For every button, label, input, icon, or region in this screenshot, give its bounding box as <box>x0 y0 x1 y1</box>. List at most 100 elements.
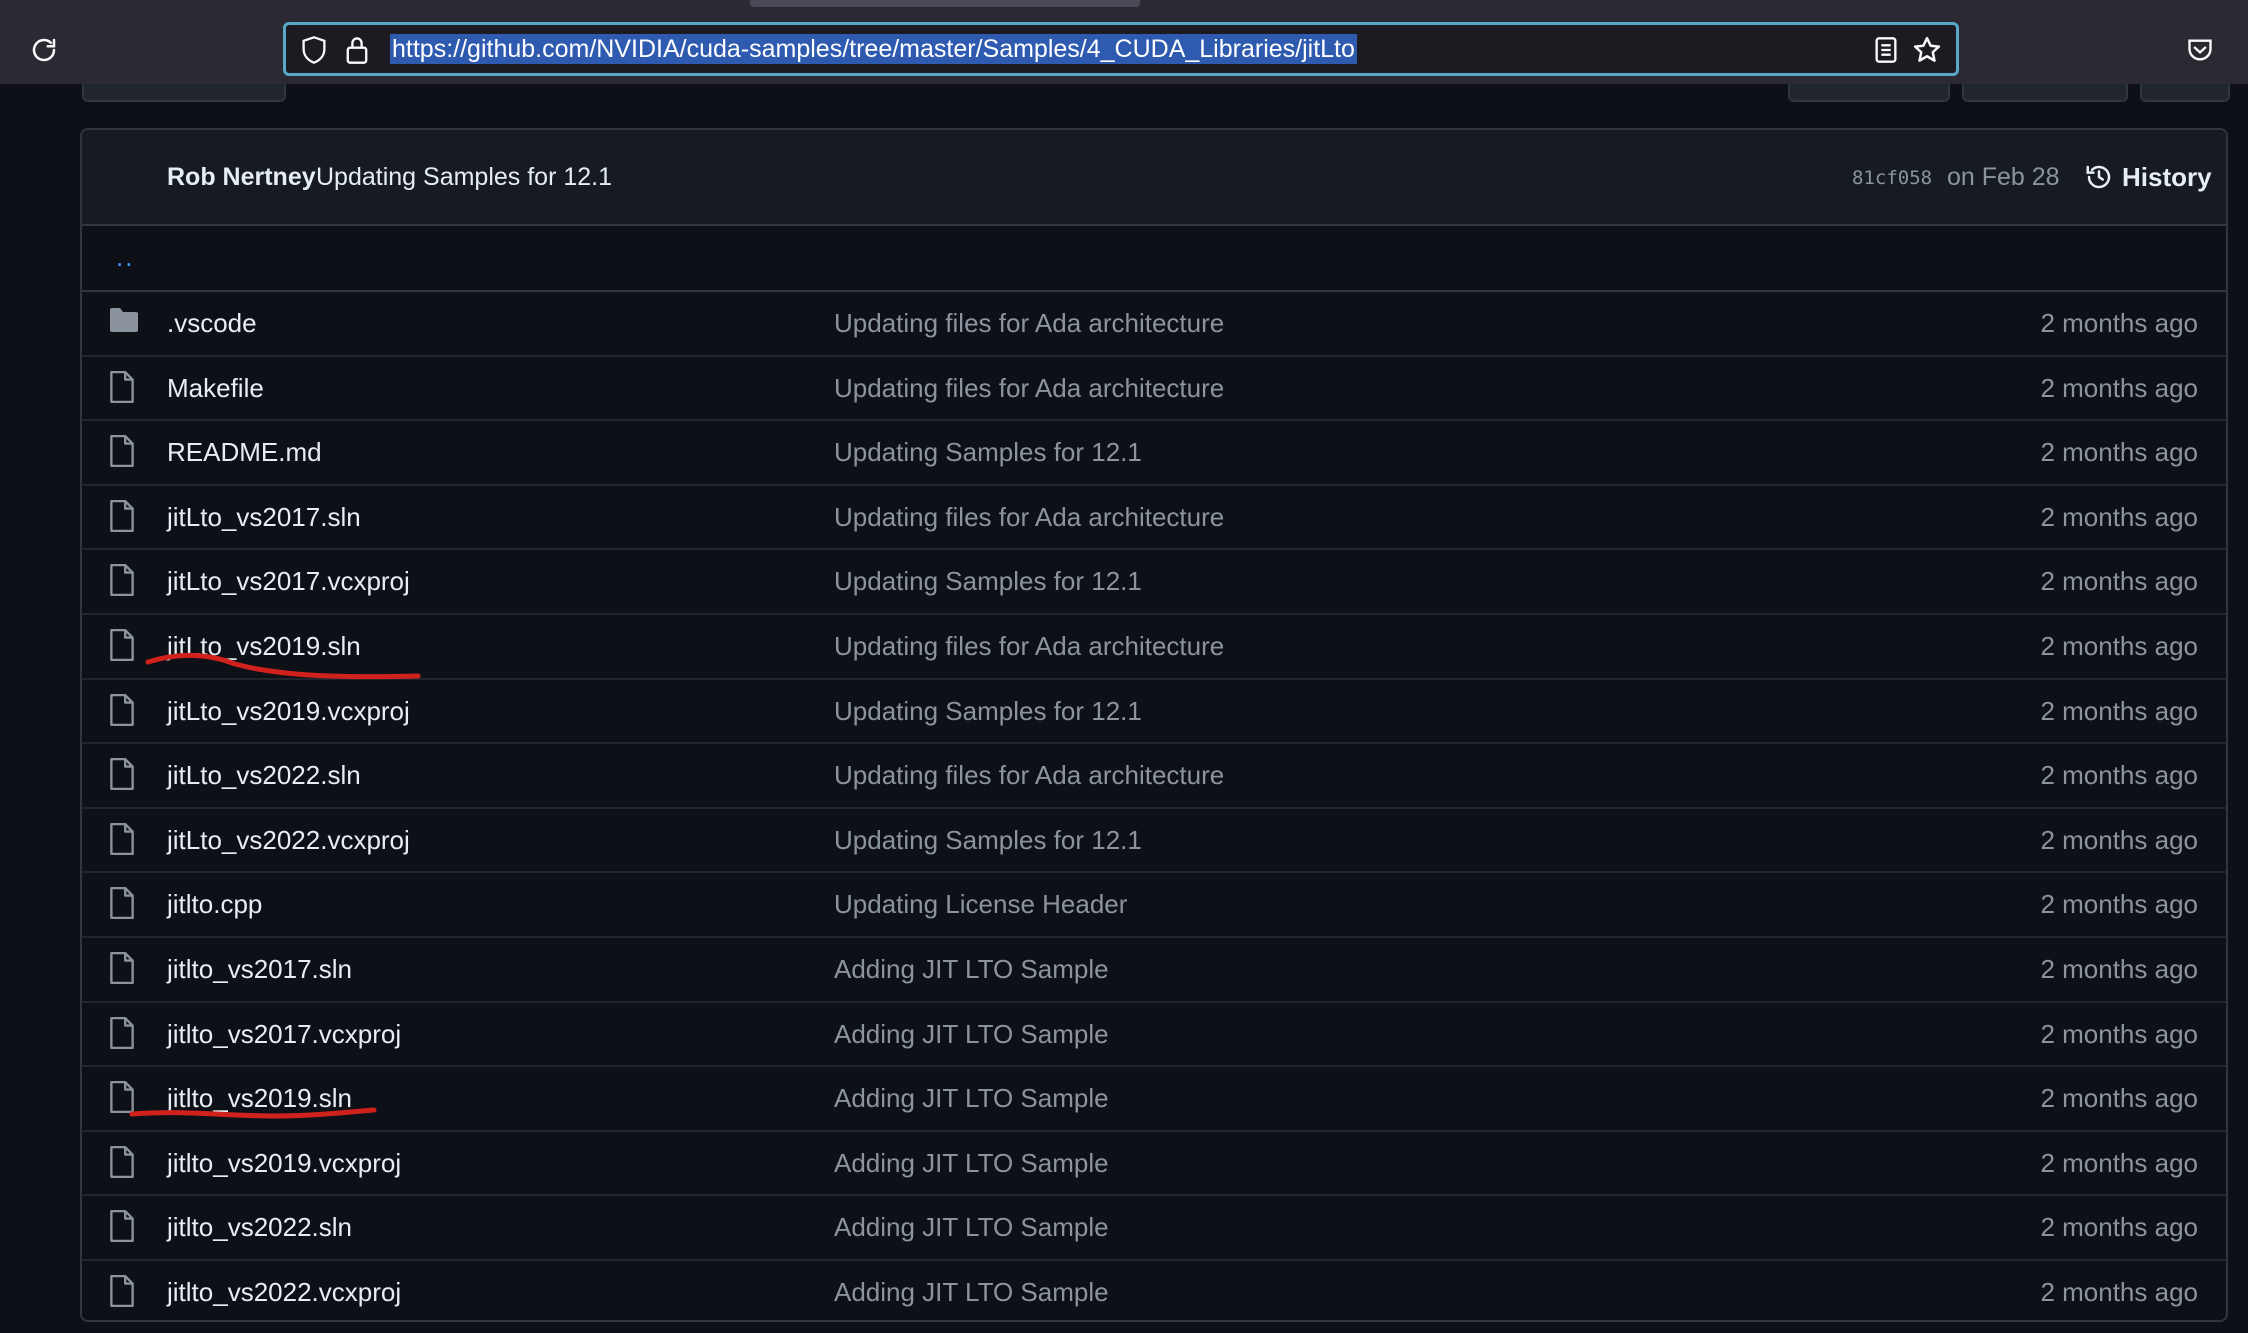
file-icon <box>108 693 140 729</box>
file-commit-message[interactable]: Adding JIT LTO Sample <box>834 1274 1109 1310</box>
file-icon <box>108 822 140 858</box>
file-row[interactable]: jitLto_vs2017.vcxproj Updating Samples fo… <box>82 550 2226 615</box>
file-row[interactable]: jitlto_vs2022.sln Adding JIT LTO Sample 2 … <box>82 1196 2226 1261</box>
file-commit-age: 2 months ago <box>2040 1212 2198 1243</box>
file-row[interactable]: jitLto_vs2022.sln Updating files for Ada … <box>82 744 2226 809</box>
parent-directory-row[interactable]: .. <box>82 226 2226 292</box>
file-icon <box>108 1080 140 1116</box>
commit-sha[interactable]: 81cf058 <box>1852 166 1932 190</box>
file-icon <box>108 1016 140 1052</box>
file-list: .vscode Updating files for Ada architectu… <box>82 292 2226 1320</box>
parent-directory-link[interactable]: .. <box>116 242 134 273</box>
file-commit-age: 2 months ago <box>2040 1276 2198 1307</box>
file-icon <box>108 886 140 922</box>
url-text[interactable]: https://github.com/NVIDIA/cuda-samples/t… <box>390 34 1357 64</box>
file-name-link[interactable]: jitLto_vs2017.vcxproj <box>167 563 410 599</box>
latest-commit-bar: Rob Nertney Updating Samples for 12.1 81… <box>82 130 2226 226</box>
page-header-fragment <box>2140 84 2230 102</box>
file-commit-message[interactable]: Adding JIT LTO Sample <box>834 1016 1109 1052</box>
file-name-link[interactable]: jitlto_vs2017.sln <box>167 951 352 987</box>
file-row[interactable]: Makefile Updating files for Ada architect… <box>82 357 2226 422</box>
url-bar[interactable]: https://github.com/NVIDIA/cuda-samples/t… <box>283 22 1959 76</box>
file-name-link[interactable]: jitLto_vs2022.vcxproj <box>167 822 410 858</box>
page-header-fragment <box>82 84 286 102</box>
file-name-link[interactable]: jitlto_vs2022.vcxproj <box>167 1274 401 1310</box>
file-name-link[interactable]: jitLto_vs2022.sln <box>167 757 361 793</box>
file-icon <box>108 1209 140 1245</box>
commit-message[interactable]: Updating Samples for 12.1 <box>316 160 612 194</box>
file-commit-message[interactable]: Updating Samples for 12.1 <box>834 434 1142 470</box>
pocket-button[interactable] <box>2182 34 2218 66</box>
file-commit-message[interactable]: Adding JIT LTO Sample <box>834 1145 1109 1181</box>
reload-button[interactable] <box>24 30 64 70</box>
file-row[interactable]: jitLto_vs2022.vcxproj Updating Samples fo… <box>82 809 2226 874</box>
file-commit-message[interactable]: Adding JIT LTO Sample <box>834 951 1109 987</box>
file-row[interactable]: jitLto_vs2017.sln Updating files for Ada … <box>82 486 2226 551</box>
page-header-fragment <box>1962 84 2128 102</box>
file-icon <box>108 499 140 535</box>
file-commit-message[interactable]: Updating files for Ada architecture <box>834 628 1224 664</box>
file-name-link[interactable]: jitlto_vs2022.sln <box>167 1209 352 1245</box>
file-commit-message[interactable]: Adding JIT LTO Sample <box>834 1080 1109 1116</box>
file-commit-age: 2 months ago <box>2040 1083 2198 1114</box>
file-row[interactable]: jitLto_vs2019.sln Updating files for Ada … <box>82 615 2226 680</box>
file-commit-age: 2 months ago <box>2040 630 2198 661</box>
file-commit-message[interactable]: Updating Samples for 12.1 <box>834 822 1142 858</box>
file-name-link[interactable]: Makefile <box>167 370 264 406</box>
file-icon <box>108 1145 140 1181</box>
file-icon <box>108 1274 140 1310</box>
browser-toolbar: https://github.com/NVIDIA/cuda-samples/t… <box>0 0 2248 84</box>
star-icon[interactable] <box>1912 35 1942 65</box>
file-name-link[interactable]: jitLto_vs2017.sln <box>167 499 361 535</box>
file-name-link[interactable]: .vscode <box>167 305 257 341</box>
tab-strip-indicator <box>750 0 1140 7</box>
file-row[interactable]: jitlto_vs2022.vcxproj Adding JIT LTO Samp… <box>82 1261 2226 1320</box>
history-button[interactable]: History <box>2084 158 2212 196</box>
file-row[interactable]: jitlto.cpp Updating License Header 2 month… <box>82 873 2226 938</box>
lock-icon[interactable] <box>344 35 370 65</box>
shield-icon[interactable] <box>300 35 328 65</box>
file-row[interactable]: jitlto_vs2019.vcxproj Adding JIT LTO Samp… <box>82 1132 2226 1197</box>
file-row[interactable]: .vscode Updating files for Ada architectu… <box>82 292 2226 357</box>
file-commit-age: 2 months ago <box>2040 437 2198 468</box>
file-commit-age: 2 months ago <box>2040 1018 2198 1049</box>
file-icon <box>108 563 140 599</box>
file-row[interactable]: jitlto_vs2017.sln Adding JIT LTO Sample 2 … <box>82 938 2226 1003</box>
file-commit-message[interactable]: Updating files for Ada architecture <box>834 305 1224 341</box>
file-row[interactable]: jitlto_vs2019.sln Adding JIT LTO Sample 2 … <box>82 1067 2226 1132</box>
file-name-link[interactable]: jitlto_vs2019.sln <box>167 1080 352 1116</box>
file-browser: Rob Nertney Updating Samples for 12.1 81… <box>80 128 2228 1322</box>
file-commit-message[interactable]: Updating files for Ada architecture <box>834 499 1224 535</box>
file-name-link[interactable]: README.md <box>167 434 322 470</box>
file-commit-message[interactable]: Updating files for Ada architecture <box>834 757 1224 793</box>
reload-icon <box>32 38 56 62</box>
file-name-link[interactable]: jitLto_vs2019.sln <box>167 628 361 664</box>
file-commit-message[interactable]: Updating Samples for 12.1 <box>834 693 1142 729</box>
file-row[interactable]: jitlto_vs2017.vcxproj Adding JIT LTO Samp… <box>82 1003 2226 1068</box>
file-row[interactable]: jitLto_vs2019.vcxproj Updating Samples fo… <box>82 680 2226 745</box>
file-icon <box>108 628 140 664</box>
file-name-link[interactable]: jitlto_vs2017.vcxproj <box>167 1016 401 1052</box>
file-icon <box>108 370 140 406</box>
file-commit-message[interactable]: Updating files for Ada architecture <box>834 370 1224 406</box>
file-commit-age: 2 months ago <box>2040 1147 2198 1178</box>
file-row[interactable]: README.md Updating Samples for 12.1 2 mont… <box>82 421 2226 486</box>
page-header-fragment <box>1788 84 1950 102</box>
file-commit-message[interactable]: Updating Samples for 12.1 <box>834 563 1142 599</box>
file-commit-age: 2 months ago <box>2040 372 2198 403</box>
file-commit-age: 2 months ago <box>2040 760 2198 791</box>
file-name-link[interactable]: jitLto_vs2019.vcxproj <box>167 693 410 729</box>
file-name-link[interactable]: jitlto.cpp <box>167 886 262 922</box>
commit-author[interactable]: Rob Nertney <box>167 160 316 194</box>
file-name-link[interactable]: jitlto_vs2019.vcxproj <box>167 1145 401 1181</box>
file-commit-message[interactable]: Updating License Header <box>834 886 1127 922</box>
file-commit-age: 2 months ago <box>2040 953 2198 984</box>
file-icon <box>108 434 140 470</box>
file-icon <box>108 951 140 987</box>
pocket-icon <box>2188 39 2212 61</box>
file-commit-age: 2 months ago <box>2040 501 2198 532</box>
file-commit-message[interactable]: Adding JIT LTO Sample <box>834 1209 1109 1245</box>
file-commit-age: 2 months ago <box>2040 824 2198 855</box>
reader-view-icon[interactable] <box>1874 36 1898 64</box>
file-commit-age: 2 months ago <box>2040 695 2198 726</box>
